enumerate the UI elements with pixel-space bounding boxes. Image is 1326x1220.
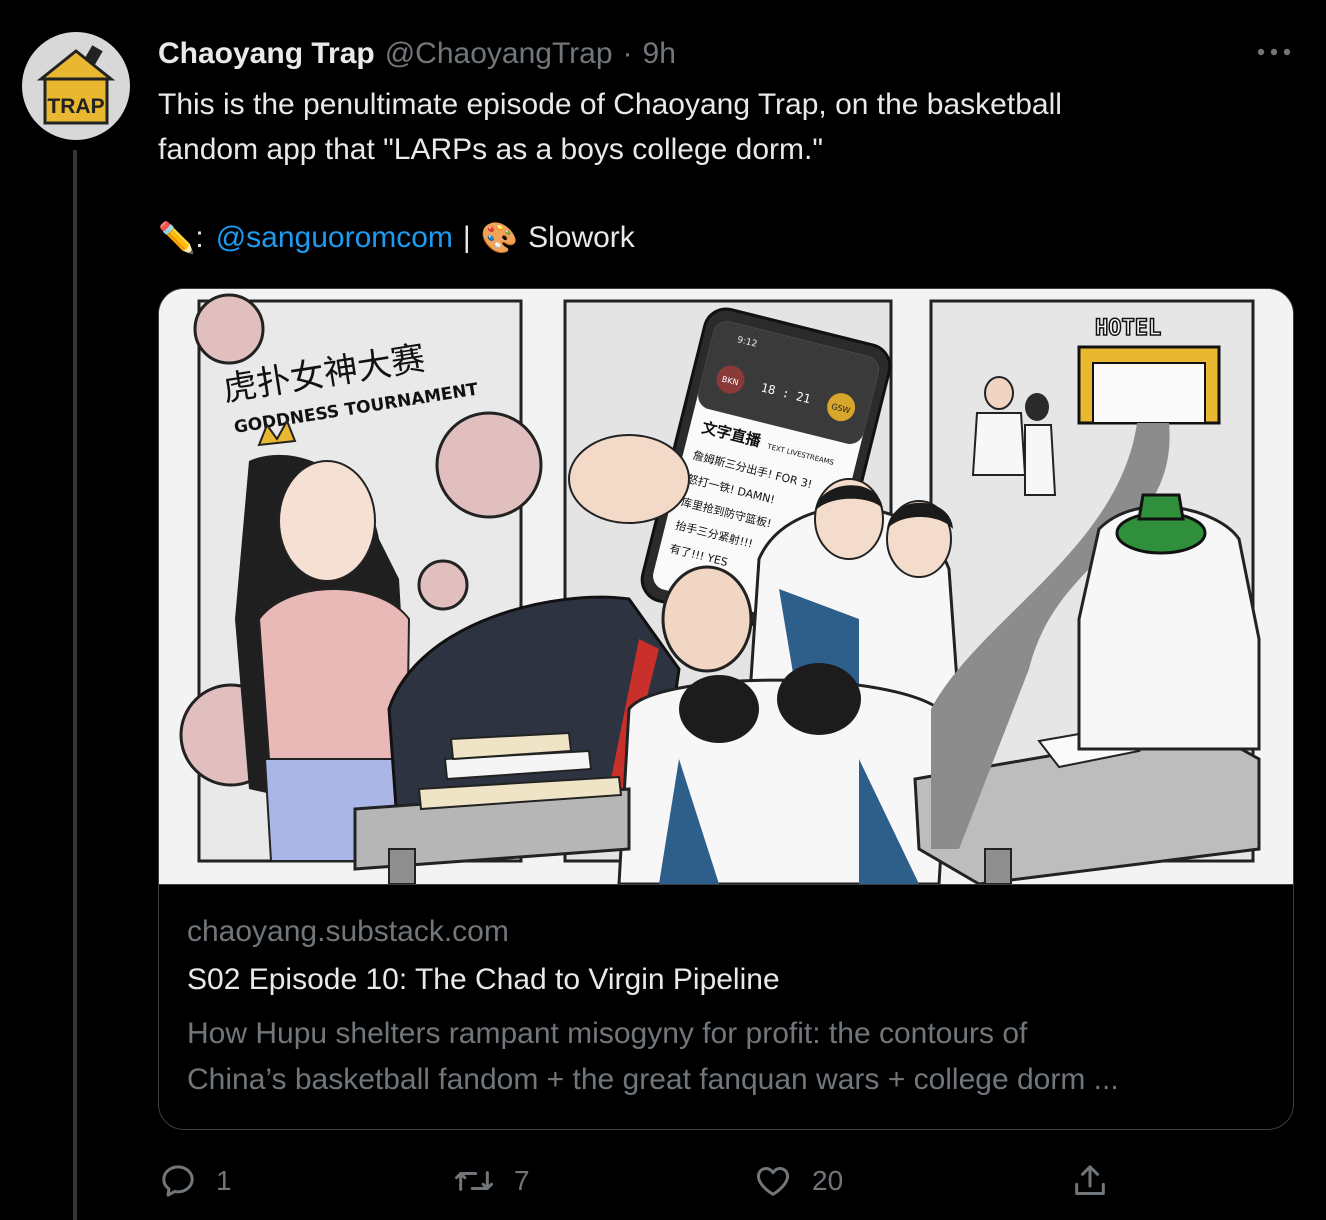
- portrait-circle: [193, 293, 265, 365]
- student-head-back: [777, 663, 861, 735]
- reply-count: 1: [216, 1165, 232, 1196]
- pencil-emoji-icon: ✏️: [158, 221, 196, 255]
- thread-connector-line: [73, 150, 77, 1220]
- share-button[interactable]: [1070, 1156, 1110, 1206]
- share-icon: [1075, 1165, 1105, 1195]
- card-description: How Hupu shelters rampant misogyny for p…: [187, 1011, 1267, 1103]
- hotel-sign: HOTEL: [1095, 316, 1161, 341]
- credit-divider: |: [462, 221, 471, 254]
- retweet-icon: [455, 1171, 493, 1191]
- more-dots-icon: [1257, 48, 1291, 56]
- trap-logo-icon: TRAP: [36, 45, 116, 125]
- tweet-actions: 1 7 20: [158, 1156, 1118, 1206]
- woman-dress: [1024, 424, 1057, 496]
- retweet-button[interactable]: 7: [452, 1156, 530, 1206]
- man-head: [984, 376, 1014, 410]
- woman-head: [1025, 393, 1049, 421]
- tweet-text: This is the penultimate episode of Chaoy…: [158, 82, 1268, 172]
- portrait-circle: [435, 411, 543, 519]
- woman-top: [257, 588, 411, 760]
- user-handle[interactable]: @ChaoyangTrap: [385, 37, 613, 71]
- retweet-count: 7: [514, 1165, 530, 1196]
- display-name[interactable]: Chaoyang Trap: [158, 37, 375, 71]
- header-separator: ·: [622, 37, 633, 70]
- palette-emoji-icon: 🎨: [480, 221, 519, 255]
- card-illustration[interactable]: 虎扑女神大赛 GODDNESS TOURNAMENT 9:12 BKN 18 :…: [159, 289, 1293, 886]
- green-hat-crown: [1137, 493, 1185, 521]
- tweet-header: Chaoyang Trap @ChaoyangTrap · 9h: [158, 32, 676, 76]
- woman-face: [278, 460, 376, 582]
- desk-leg: [388, 848, 416, 885]
- portrait-circle: [417, 559, 469, 611]
- tweet-credit-line: ✏️ : @sanguoromcom | 🎨 Slowork: [158, 216, 635, 260]
- credit-colon: :: [195, 221, 204, 254]
- bald-head: [661, 565, 753, 673]
- heart-icon: [756, 1167, 790, 1196]
- reply-icon: [162, 1165, 194, 1197]
- svg-text:TRAP: TRAP: [47, 95, 104, 118]
- mention-link[interactable]: @sanguoromcom: [216, 221, 453, 255]
- artist-name: Slowork: [528, 221, 635, 254]
- profile-avatar[interactable]: TRAP: [22, 32, 130, 140]
- card-text-area[interactable]: chaoyang.substack.com S02 Episode 10: Th…: [159, 885, 1293, 1129]
- reply-button[interactable]: 1: [158, 1156, 232, 1206]
- tweet-text-line: This is the penultimate episode of Chaoy…: [158, 88, 1062, 121]
- card-description-line: How Hupu shelters rampant misogyny for p…: [187, 1017, 1028, 1050]
- like-count: 20: [812, 1165, 844, 1196]
- tweet-text-line: fandom app that "LARPs as a boys college…: [158, 133, 823, 166]
- student-head-back: [679, 675, 759, 743]
- man-shirt: [971, 412, 1027, 476]
- more-options-button[interactable]: [1250, 34, 1298, 70]
- link-preview-card[interactable]: 虎扑女神大赛 GODDNESS TOURNAMENT 9:12 BKN 18 :…: [158, 288, 1294, 1130]
- card-title: S02 Episode 10: The Chad to Virgin Pipel…: [187, 963, 780, 996]
- tweet-timestamp[interactable]: 9h: [643, 37, 676, 71]
- like-button[interactable]: 20: [752, 1156, 843, 1206]
- card-domain: chaoyang.substack.com: [187, 915, 509, 948]
- hand-holding-phone: [568, 434, 690, 524]
- comic-illustration: 虎扑女神大赛 GODDNESS TOURNAMENT 9:12 BKN 18 :…: [159, 289, 1293, 886]
- desk-leg: [984, 848, 1012, 885]
- card-description-line: China’s basketball fandom + the great fa…: [187, 1063, 1119, 1096]
